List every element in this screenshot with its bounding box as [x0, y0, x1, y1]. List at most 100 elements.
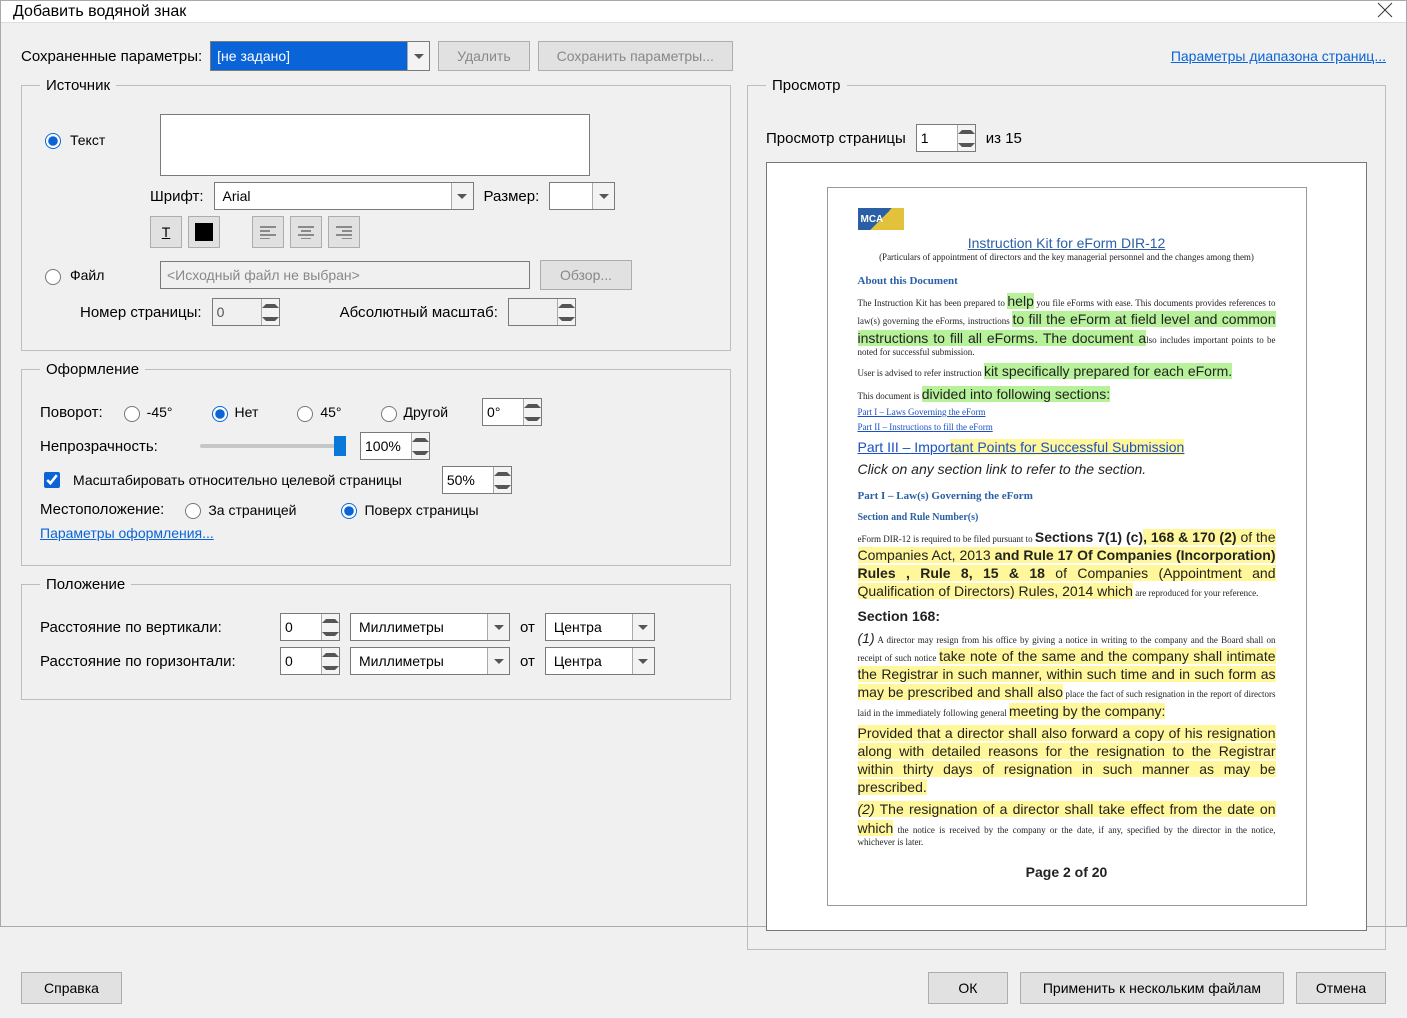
spinner-down-icon[interactable] — [322, 661, 339, 674]
align-left-icon[interactable] — [252, 216, 284, 248]
spinner-up-icon[interactable] — [494, 467, 511, 480]
preview-page-spinner[interactable] — [916, 124, 976, 152]
close-icon[interactable] — [1376, 1, 1394, 22]
page-num-spinner[interactable] — [212, 298, 280, 326]
scale-rel-check[interactable] — [44, 472, 60, 488]
doc-link-part2[interactable]: Part II – Instructions to fill the eForm — [858, 422, 993, 432]
file-radio-label: Файл — [70, 267, 104, 283]
opacity-value[interactable] — [361, 433, 411, 459]
vdist-from[interactable]: Центра — [545, 613, 655, 641]
spinner-up-icon[interactable] — [262, 299, 279, 312]
chevron-down-icon[interactable] — [407, 42, 429, 70]
opacity-slider[interactable] — [200, 444, 340, 448]
hdist-label: Расстояние по горизонтали: — [40, 653, 270, 670]
browse-button[interactable]: Обзор... — [540, 260, 632, 290]
hdist-spinner[interactable] — [280, 647, 340, 675]
rotate-label: Поворот: — [40, 404, 103, 421]
logo-icon: MCA — [858, 208, 904, 230]
vdist-spinner[interactable] — [280, 613, 340, 641]
scale-rel-value[interactable] — [443, 467, 493, 493]
color-swatch[interactable] — [188, 216, 220, 248]
align-center-icon[interactable] — [290, 216, 322, 248]
opacity-label: Непрозрачность: — [40, 438, 190, 455]
preview-group: Просмотр Просмотр страницы из 15 MCA Ins… — [747, 77, 1386, 950]
chevron-down-icon[interactable] — [487, 614, 509, 640]
chevron-down-icon[interactable] — [632, 648, 654, 674]
watermark-text-input[interactable] — [160, 114, 590, 176]
saved-params-combo[interactable]: [не задано] — [210, 41, 430, 71]
spinner-down-icon[interactable] — [262, 312, 279, 325]
rot-none-radio[interactable] — [212, 406, 228, 422]
apply-multiple-button[interactable]: Применить к нескольким файлам — [1020, 972, 1284, 1004]
file-path-input[interactable] — [160, 261, 530, 289]
scale-rel-spinner[interactable] — [442, 466, 512, 494]
cancel-button[interactable]: Отмена — [1296, 972, 1386, 1004]
file-radio[interactable] — [45, 269, 61, 285]
rot-value[interactable] — [483, 399, 523, 425]
help-button[interactable]: Справка — [21, 972, 122, 1004]
from-label: от — [520, 619, 535, 636]
vdist-units[interactable]: Миллиметры — [350, 613, 510, 641]
spinner-up-icon[interactable] — [322, 614, 339, 627]
slider-thumb[interactable] — [334, 436, 346, 456]
text-radio[interactable] — [45, 133, 61, 149]
page-range-link[interactable]: Параметры диапазона страниц... — [1171, 48, 1386, 64]
spinner-down-icon[interactable] — [558, 312, 575, 325]
hdist-from[interactable]: Центра — [545, 647, 655, 675]
ok-button[interactable]: ОК — [928, 972, 1008, 1004]
preview-page-label: Просмотр страницы — [766, 130, 906, 147]
spinner-down-icon[interactable] — [494, 480, 511, 493]
dialog-title: Добавить водяной знак — [13, 3, 186, 21]
spinner-down-icon[interactable] — [524, 412, 541, 425]
save-params-button[interactable]: Сохранить параметры... — [538, 41, 733, 71]
abs-scale-value[interactable] — [509, 299, 557, 325]
font-value: Arial — [215, 188, 451, 204]
doc-link-part3[interactable]: Part III – Important Points for Successf… — [858, 444, 1185, 454]
hdist-value[interactable] — [281, 648, 321, 674]
size-select[interactable] — [549, 182, 615, 210]
chevron-down-icon[interactable] — [592, 183, 614, 209]
saved-params-label: Сохраненные параметры: — [21, 48, 202, 65]
appearance-legend: Оформление — [40, 361, 145, 378]
scale-rel-label: Масштабировать относительно целевой стра… — [73, 472, 402, 488]
chevron-down-icon[interactable] — [487, 648, 509, 674]
doc-link-part1[interactable]: Part I – Laws Governing the eForm — [858, 407, 986, 417]
underline-icon[interactable]: T — [150, 216, 182, 248]
rot-value-spinner[interactable] — [482, 398, 542, 426]
preview-page-value[interactable] — [917, 125, 957, 151]
source-group: Источник Текст Шрифт: Arial — [21, 77, 731, 351]
preview-frame: MCA Instruction Kit for eForm DIR-12 (Pa… — [766, 162, 1367, 931]
titlebar: Добавить водяной знак — [1, 1, 1406, 23]
vdist-value[interactable] — [281, 614, 321, 640]
spinner-down-icon[interactable] — [412, 446, 429, 459]
font-label: Шрифт: — [150, 188, 204, 205]
over-radio[interactable] — [341, 503, 357, 519]
spinner-down-icon[interactable] — [958, 138, 975, 151]
rot-other-radio[interactable] — [381, 406, 397, 422]
spinner-up-icon[interactable] — [958, 125, 975, 138]
from-label: от — [520, 653, 535, 670]
source-legend: Источник — [40, 77, 116, 94]
opacity-spinner[interactable] — [360, 432, 430, 460]
spinner-up-icon[interactable] — [322, 648, 339, 661]
font-select[interactable]: Arial — [214, 182, 474, 210]
vdist-label: Расстояние по вертикали: — [40, 619, 270, 636]
spinner-up-icon[interactable] — [524, 399, 541, 412]
chevron-down-icon[interactable] — [632, 614, 654, 640]
position-group: Положение Расстояние по вертикали: Милли… — [21, 576, 731, 700]
delete-button[interactable]: Удалить — [438, 41, 529, 71]
spinner-up-icon[interactable] — [412, 433, 429, 446]
appearance-params-link[interactable]: Параметры оформления... — [40, 525, 214, 541]
spinner-down-icon[interactable] — [322, 627, 339, 640]
spinner-up-icon[interactable] — [558, 299, 575, 312]
rot-m45-radio[interactable] — [124, 406, 140, 422]
rot-45-radio[interactable] — [297, 406, 313, 422]
page-num-value[interactable] — [213, 299, 261, 325]
chevron-down-icon[interactable] — [451, 183, 473, 209]
appearance-group: Оформление Поворот: -45° Нет 45° Другой — [21, 361, 731, 566]
abs-scale-spinner[interactable] — [508, 298, 576, 326]
hdist-units[interactable]: Миллиметры — [350, 647, 510, 675]
align-right-icon[interactable] — [328, 216, 360, 248]
page-footer: Page 2 of 20 — [858, 863, 1276, 881]
behind-radio[interactable] — [185, 503, 201, 519]
